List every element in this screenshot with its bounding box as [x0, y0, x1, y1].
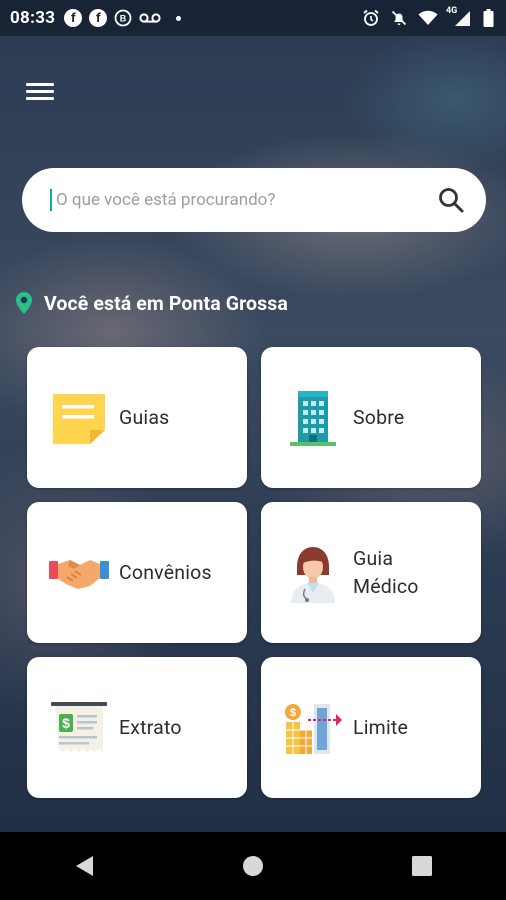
handshake-icon: [49, 543, 109, 603]
alarm-icon: [362, 9, 380, 27]
doctor-icon: [283, 543, 343, 603]
search-input[interactable]: [54, 189, 434, 211]
location-pin-icon: [14, 291, 34, 315]
android-navigation-bar: [0, 832, 506, 900]
battery-icon: [482, 9, 494, 27]
card-limite[interactable]: $ Limite: [261, 657, 481, 798]
search-bar[interactable]: [22, 168, 486, 232]
facebook-notification-icon: f: [64, 9, 83, 27]
location-text: Você está em Ponta Grossa: [44, 291, 288, 315]
menu-line-icon: [26, 83, 54, 86]
limit-chart-icon: $: [283, 698, 343, 758]
search-icon[interactable]: [434, 183, 468, 217]
card-label: Guia Médico: [353, 546, 419, 598]
svg-text:B: B: [120, 14, 127, 24]
building-icon: [283, 388, 343, 448]
text-cursor: [50, 189, 52, 211]
voicemail-icon: [139, 9, 161, 27]
back-button[interactable]: [54, 836, 114, 896]
card-guia-medico[interactable]: Guia Médico: [261, 502, 481, 643]
card-label: Convênios: [119, 560, 212, 584]
status-time: 08:33: [10, 8, 56, 28]
svg-text:$: $: [290, 707, 296, 719]
hamburger-menu-button[interactable]: [26, 80, 54, 104]
wifi-icon: [418, 9, 438, 27]
status-bar: 08:33 f f B 4G: [0, 0, 506, 36]
menu-line-icon: [26, 97, 54, 100]
home-button[interactable]: [223, 836, 283, 896]
card-sobre[interactable]: Sobre: [261, 347, 481, 488]
cellular-signal-icon: 4G: [446, 6, 472, 27]
recents-button[interactable]: [392, 836, 452, 896]
facebook-notification-icon-2: f: [89, 9, 108, 27]
card-label: Limite: [353, 715, 409, 739]
receipt-icon: $: [49, 698, 109, 758]
sticky-note-icon: [49, 388, 109, 448]
app-notification-icon: B: [114, 9, 132, 27]
card-guias[interactable]: Guias: [27, 347, 247, 488]
card-label: Guias: [119, 405, 170, 429]
current-location[interactable]: Você está em Ponta Grossa: [14, 291, 288, 315]
svg-text:$: $: [62, 715, 70, 731]
card-label: Extrato: [119, 715, 182, 739]
menu-line-icon: [26, 90, 54, 93]
network-type-label: 4G: [446, 6, 458, 16]
card-extrato[interactable]: $ Extrato: [27, 657, 247, 798]
more-notifications-dot: [176, 15, 182, 21]
mute-icon: [390, 9, 408, 27]
card-label: Sobre: [353, 405, 405, 429]
card-convenios[interactable]: Convênios: [27, 502, 247, 643]
